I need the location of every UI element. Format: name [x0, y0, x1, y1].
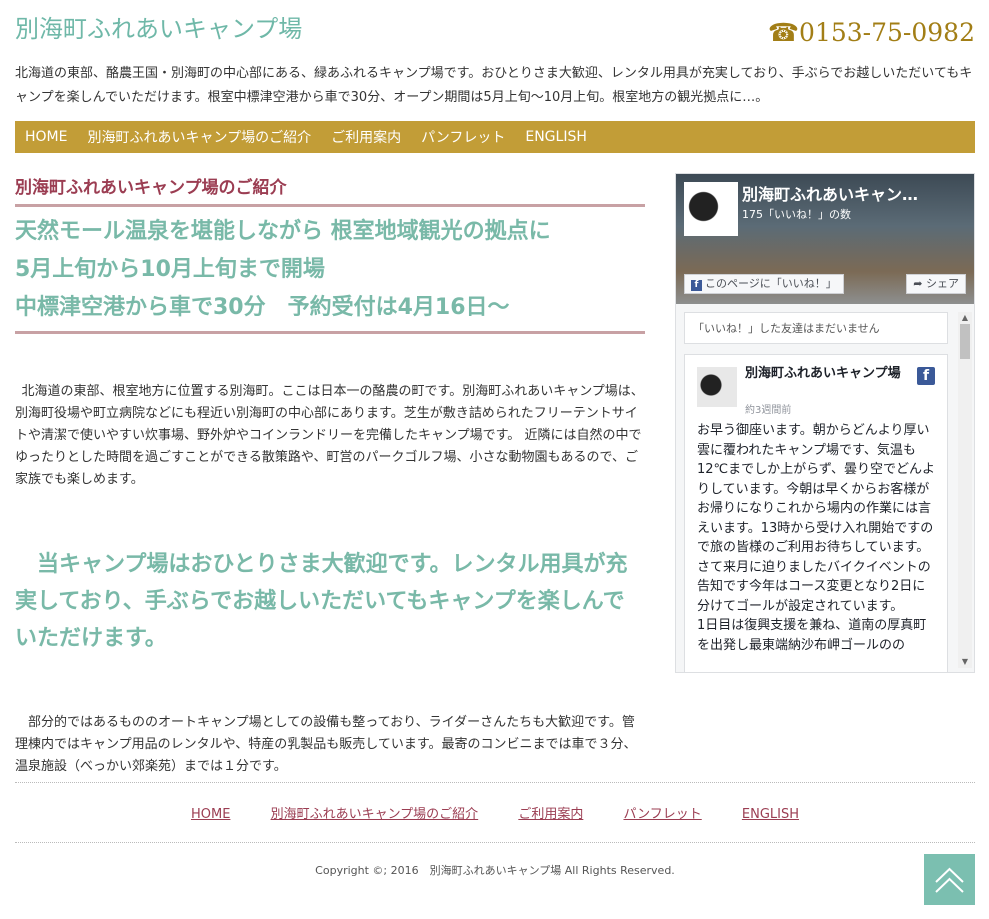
footer-nav-pamphlet[interactable]: パンフレット [623, 807, 701, 822]
footer-nav-guide[interactable]: ご利用案内 [518, 807, 583, 822]
footer-nav-english[interactable]: ENGLISH [742, 807, 799, 822]
share-icon: ➦ [913, 277, 923, 290]
facebook-icon: f [691, 280, 702, 291]
facebook-scrollbar[interactable]: ▲ ▼ [958, 312, 972, 668]
nav-introduction[interactable]: 別海町ふれあいキャンプ場のご紹介 [87, 127, 311, 147]
post-text: お早う御座います。朝からどんより厚い雲に覆われたキャンプ場です、気温も12℃まで… [697, 423, 935, 653]
nav-pamphlet[interactable]: パンフレット [421, 127, 505, 147]
footer-nav-home[interactable]: HOME [191, 807, 230, 822]
footer-divider [15, 782, 975, 783]
facebook-page-name[interactable]: 別海町ふれあいキャン… [742, 181, 967, 205]
site-description: 北海道の東部、酪農王国・別海町の中心部にある、緑あふれるキャンプ場です。おひとり… [15, 66, 973, 105]
nav-guide[interactable]: ご利用案内 [331, 127, 401, 147]
footer-nav: HOME 別海町ふれあいキャンプ場のご紹介 ご利用案内 パンフレット ENGLI… [15, 803, 975, 822]
facebook-page-avatar[interactable] [684, 182, 738, 236]
chevron-up-icon [935, 867, 964, 893]
facebook-post: 別海町ふれあいキャンプ場 約3週間前 f お早う御座います。朝からどんより厚い雲… [684, 354, 948, 672]
intro-paragraph: 北海道の東部、根室地方に位置する別海町。ここは日本一の酪農の町です。別海町ふれあ… [15, 384, 644, 487]
nav-english[interactable]: ENGLISH [525, 129, 587, 145]
scroll-up-icon[interactable]: ▲ [958, 312, 972, 324]
facebook-share-label: シェア [926, 277, 959, 290]
facebook-like-label: このページに「いいね！」 [705, 277, 837, 290]
global-nav: HOME 別海町ふれあいキャンプ場のご紹介 ご利用案内 パンフレット ENGLI… [15, 121, 975, 153]
catch-line: 5月上旬から10月上旬まで開場 [15, 257, 325, 282]
copyright: Copyright ©; 2016 別海町ふれあいキャンプ場 All Right… [315, 864, 675, 877]
facebook-icon[interactable]: f [917, 367, 935, 385]
nav-home[interactable]: HOME [25, 129, 67, 145]
post-author-avatar[interactable] [697, 367, 737, 407]
scrollbar-thumb[interactable] [960, 324, 970, 359]
main-content: 別海町ふれあいキャンプ場のご紹介 天然モール温泉を堪能しながら 根室地域観光の拠… [15, 173, 645, 778]
post-timestamp[interactable]: 約3週間前 [745, 401, 791, 416]
facebook-cover: 別海町ふれあいキャン… 175「いいね！」の数 f このページに「いいね！」 ➦ … [676, 174, 974, 304]
facebook-friends-note: 「いいね！」した友達はまだいません [684, 312, 948, 344]
footer-divider [15, 842, 975, 843]
facilities-paragraph: 部分的ではあるもののオートキャンプ場としての設備も整っており、ライダーさんたちも… [15, 715, 637, 774]
catch-copy: 天然モール温泉を堪能しながら 根室地域観光の拠点に 5月上旬から10月上旬まで開… [15, 213, 645, 334]
catch-line: 天然モール温泉を堪能しながら 根室地域観光の拠点に [15, 219, 551, 244]
highlight-text: 当キャンプ場はおひとりさま大歓迎です。レンタル用具が充実しており、手ぶらでお越し… [15, 552, 628, 651]
facebook-like-button[interactable]: f このページに「いいね！」 [684, 274, 844, 294]
catch-line: 中標津空港から車で30分 予約受付は4月16日〜 [15, 295, 510, 320]
back-to-top-button[interactable] [924, 854, 975, 905]
facebook-post-header: 別海町ふれあいキャンプ場 約3週間前 f [697, 365, 935, 421]
facebook-share-button[interactable]: ➦ シェア [906, 274, 966, 294]
site-title[interactable]: 別海町ふれあいキャンプ場 [15, 9, 302, 44]
footer-nav-introduction[interactable]: 別海町ふれあいキャンプ場のご紹介 [271, 807, 479, 822]
phone-number: ☎0153-75-0982 [767, 18, 975, 47]
section-title: 別海町ふれあいキャンプ場のご紹介 [15, 173, 645, 207]
post-author-name[interactable]: 別海町ふれあいキャンプ場 [745, 365, 905, 382]
scroll-down-icon[interactable]: ▼ [958, 656, 972, 668]
facebook-widget: 別海町ふれあいキャン… 175「いいね！」の数 f このページに「いいね！」 ➦ … [675, 173, 975, 673]
facebook-like-count: 175「いいね！」の数 [742, 208, 851, 221]
